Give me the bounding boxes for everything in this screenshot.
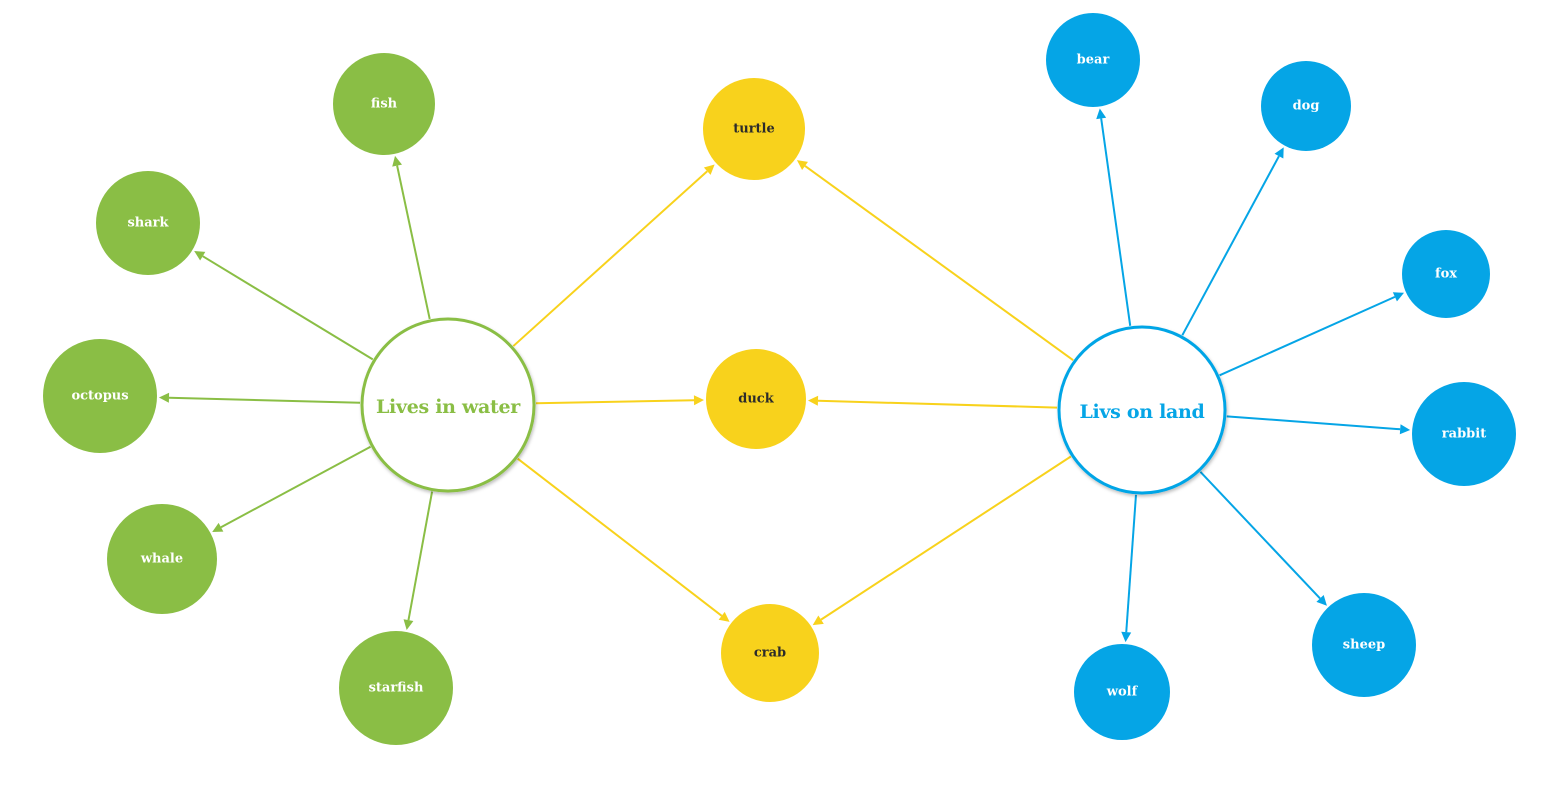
node-crab[interactable]: crab — [721, 604, 819, 702]
node-label: fox — [1435, 267, 1457, 282]
node-dog[interactable]: dog — [1261, 61, 1351, 151]
node-duck[interactable]: duck — [706, 349, 806, 449]
edge-line — [1100, 118, 1132, 326]
edge-line — [517, 457, 723, 617]
edge-line — [817, 399, 1058, 409]
node-label: bear — [1077, 53, 1110, 68]
node-shark[interactable]: shark — [96, 171, 200, 275]
hub-label: Lives in water — [376, 396, 521, 418]
node-label: rabbit — [1442, 427, 1486, 442]
node-label: wolf — [1106, 685, 1139, 700]
node-label: octopus — [71, 389, 128, 404]
edge-line — [1219, 295, 1396, 377]
edge-line — [535, 399, 695, 405]
edge-water-to-starfish — [403, 491, 434, 630]
edge-line — [168, 396, 361, 404]
node-bear[interactable]: bear — [1046, 13, 1140, 107]
edge-water-to-whale — [212, 445, 371, 532]
edge-water-to-duck — [535, 395, 705, 406]
arrowhead-icon — [403, 619, 414, 630]
node-turtle[interactable]: turtle — [703, 78, 805, 180]
edge-line — [396, 165, 431, 320]
edge-land-to-dog — [1181, 147, 1284, 336]
edge-land-to-turtle — [796, 160, 1074, 361]
edge-line — [407, 491, 434, 621]
arrowhead-icon — [392, 155, 402, 167]
edge-land-to-duck — [807, 395, 1058, 409]
arrowhead-icon — [718, 611, 730, 622]
arrowhead-icon — [693, 395, 705, 406]
edge-line — [1125, 494, 1137, 633]
node-label: starfish — [369, 681, 424, 696]
edge-line — [220, 445, 371, 529]
edge-land-to-wolf — [1121, 494, 1137, 643]
arrowhead-icon — [158, 392, 170, 403]
arrowhead-icon — [1096, 108, 1107, 120]
edge-line — [820, 455, 1072, 621]
node-label: whale — [140, 552, 183, 567]
node-rabbit[interactable]: rabbit — [1412, 382, 1516, 486]
hub-label: Livs on land — [1079, 401, 1204, 423]
edge-line — [202, 255, 374, 361]
node-label: dog — [1293, 99, 1320, 114]
edge-line — [1181, 155, 1280, 336]
edge-line — [804, 165, 1074, 361]
edge-water-to-shark — [194, 251, 374, 361]
mind-map-canvas: Lives in water Livs on land fish shark octop… — [43, 13, 1516, 745]
node-sheep[interactable]: sheep — [1312, 593, 1416, 697]
node-starfish[interactable]: starfish — [339, 631, 453, 745]
edge-land-to-bear — [1096, 108, 1132, 326]
arrowhead-icon — [796, 160, 808, 171]
edge-line — [1199, 471, 1321, 600]
node-fox[interactable]: fox — [1402, 230, 1490, 318]
edge-water-to-crab — [517, 457, 730, 622]
arrowhead-icon — [812, 615, 824, 626]
node-label: duck — [738, 392, 774, 407]
node-octopus[interactable]: octopus — [43, 339, 157, 453]
node-wolf[interactable]: wolf — [1074, 644, 1170, 740]
node-fish[interactable]: fish — [333, 53, 435, 155]
arrowhead-icon — [1121, 631, 1132, 643]
edge-land-to-fox — [1219, 292, 1405, 377]
edge-land-to-sheep — [1199, 471, 1327, 606]
arrowhead-icon — [807, 395, 819, 406]
node-label: fish — [371, 97, 398, 112]
hub-node-water[interactable]: Lives in water — [360, 317, 536, 493]
edge-water-to-turtle — [512, 164, 715, 347]
edge-line — [512, 170, 708, 347]
node-label: crab — [754, 646, 786, 661]
edge-line — [1226, 415, 1401, 431]
hub-node-land[interactable]: Livs on land — [1057, 325, 1227, 495]
edge-land-to-rabbit — [1226, 415, 1411, 435]
edge-water-to-octopus — [158, 392, 361, 404]
node-label: turtle — [733, 122, 775, 137]
nodes-layer: Lives in water Livs on land fish shark octop… — [43, 13, 1516, 745]
edge-land-to-crab — [812, 455, 1072, 626]
node-label: sheep — [1343, 638, 1385, 653]
edge-water-to-fish — [392, 155, 431, 320]
arrowhead-icon — [1399, 424, 1411, 435]
node-whale[interactable]: whale — [107, 504, 217, 614]
node-label: shark — [127, 216, 169, 231]
